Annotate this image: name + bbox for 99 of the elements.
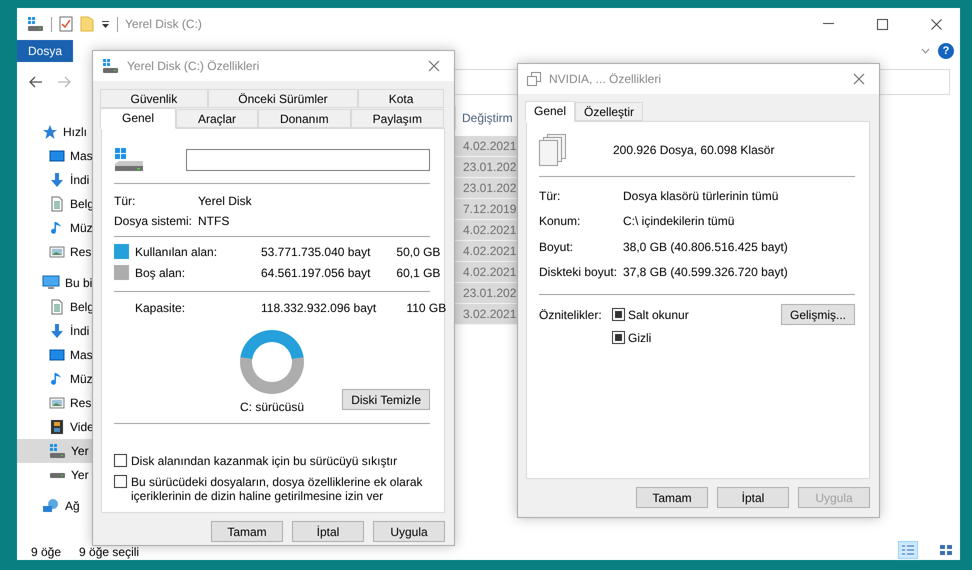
window-title: Yerel Disk (C:): [125, 17, 202, 31]
film-icon: [49, 419, 65, 435]
sidebar-item[interactable]: Ağ: [17, 494, 92, 518]
monitor-icon: [49, 347, 65, 363]
dialog-title: Yerel Disk (C:) Özellikleri: [127, 59, 260, 73]
checkbox[interactable]: [612, 331, 625, 344]
size-value: 110 GB: [406, 300, 446, 314]
sidebar-item[interactable]: Res: [17, 391, 92, 415]
selection-count: 9 öğe seçili: [79, 545, 140, 559]
document-icon: [49, 196, 65, 212]
chart-slice: [240, 357, 304, 394]
checkbox-label: Salt okunur: [628, 308, 689, 322]
sidebar-item[interactable]: Yer: [17, 463, 92, 487]
advanced-button[interactable]: Gelişmiş...: [780, 304, 855, 325]
close-icon: [931, 18, 942, 30]
computer-icon: [42, 275, 60, 291]
folder-icon: [80, 16, 94, 32]
field-label: Kullanılan alan:: [135, 244, 218, 258]
size-value: 60,1 GB: [396, 266, 440, 280]
field-value: C:\ içindekilerin tümü: [622, 214, 736, 228]
picture-icon: [49, 244, 65, 260]
checklist-icon: [59, 16, 73, 32]
close-icon: [853, 73, 865, 85]
option-label: Bu sürücüdeki dosyaların, dosya özelliklerine ek olarak içeriklerinin de dizin haline getirilmesine izin ver: [131, 475, 424, 503]
sidebar-item[interactable]: Mas: [17, 343, 92, 367]
back-arrow-icon: [29, 76, 43, 88]
drive-icon: [49, 443, 66, 459]
tab[interactable]: Önceki Sürümler: [208, 89, 358, 108]
details-view-icon: [902, 545, 914, 555]
byte-count: 53.771.735.040 bayt: [261, 244, 370, 258]
minimize-icon: [823, 23, 834, 25]
chart-slice: [240, 330, 304, 360]
field-value: NTFS: [198, 214, 230, 228]
dialog-button[interactable]: Uygula: [373, 521, 445, 542]
field-label: Dosya sistemi:: [114, 214, 194, 228]
copy-icon: [527, 72, 541, 86]
document-icon: [49, 299, 65, 315]
details-view-button[interactable]: [898, 541, 918, 559]
field-label: Kapasite:: [135, 300, 186, 314]
sidebar-item[interactable]: Müz: [17, 216, 92, 240]
picture-icon: [49, 395, 65, 411]
sidebar-item[interactable]: Müz: [17, 367, 92, 391]
size-value: 50,0 GB: [396, 244, 440, 258]
checkbox[interactable]: [114, 475, 127, 488]
dialog-button[interactable]: Tamam: [636, 487, 708, 508]
tab[interactable]: Genel: [525, 101, 576, 122]
sidebar-item[interactable]: İndi: [17, 168, 92, 192]
field-label: Boş alan:: [135, 266, 186, 280]
monitor-icon: [49, 148, 65, 164]
field-value: 38,0 GB (40.806.516.425 bayt): [622, 240, 789, 254]
field-label: Tür:: [114, 194, 136, 208]
dialog-button[interactable]: Tamam: [211, 521, 283, 542]
close-icon: [428, 60, 440, 72]
dialog-button[interactable]: İptal: [717, 487, 789, 508]
byte-count: 118.332.932.096 bayt: [261, 300, 376, 314]
sidebar-item[interactable]: Mas: [17, 144, 92, 168]
forward-arrow-icon: [57, 76, 71, 88]
checkbox-label: Gizli: [628, 330, 652, 344]
tab[interactable]: Genel: [100, 108, 176, 129]
cleanup-button[interactable]: Diski Temizle: [342, 389, 430, 410]
dropdown-icon: [101, 20, 110, 28]
chevron-down-icon: [921, 48, 930, 54]
option-label: Disk alanından kazanmak için bu sürücüyü sıkıştır: [131, 454, 398, 468]
dialog-title: NVIDIA, ... Özellikleri: [549, 72, 662, 86]
drive-icon: [27, 16, 44, 32]
drive-icon: [102, 58, 119, 74]
help-button[interactable]: ?: [938, 43, 954, 59]
down-arrow-icon: [49, 172, 65, 188]
documents-icon: [539, 134, 567, 166]
down-arrow-icon: [49, 323, 65, 339]
sidebar-item[interactable]: İndi: [17, 319, 92, 343]
dialog-button[interactable]: İptal: [292, 521, 364, 542]
tab[interactable]: Donanım: [258, 109, 351, 128]
tab[interactable]: Araçlar: [176, 109, 258, 128]
name-field[interactable]: [186, 149, 430, 171]
tab[interactable]: Özelleştir: [575, 102, 644, 121]
drive-icon: [49, 472, 66, 478]
tiles-view-icon: [940, 545, 952, 555]
checkbox[interactable]: [612, 308, 625, 321]
tab[interactable]: Paylaşım: [350, 109, 444, 128]
byte-count: 64.561.197.056 bayt: [261, 266, 370, 280]
checkbox[interactable]: [114, 454, 127, 467]
drive-label: C: sürücüsü: [240, 400, 304, 414]
field-value: Dosya klasörü türlerinin tümü: [622, 188, 780, 203]
summary-text: 200.926 Dosya, 60.098 Klasör: [613, 143, 774, 157]
tab[interactable]: Kota: [358, 89, 444, 108]
globe-icon: [42, 498, 60, 514]
item-count: 9 öğe: [31, 545, 62, 559]
tab[interactable]: Güvenlik: [100, 89, 208, 108]
file-tab[interactable]: Dosya: [17, 40, 73, 62]
drive-icon: [114, 147, 144, 173]
star-icon: [42, 124, 58, 140]
field-value: 37,8 GB (40.599.326.720 bayt): [622, 265, 789, 280]
sidebar-item[interactable]: Res: [17, 240, 92, 264]
maximize-icon: [877, 18, 888, 30]
field-value: Yerel Disk: [198, 194, 253, 208]
sidebar-item[interactable]: Hızlı: [17, 120, 92, 144]
sidebar-item[interactable]: Yer: [17, 439, 92, 463]
sidebar-item[interactable]: Bu bi: [17, 271, 92, 295]
